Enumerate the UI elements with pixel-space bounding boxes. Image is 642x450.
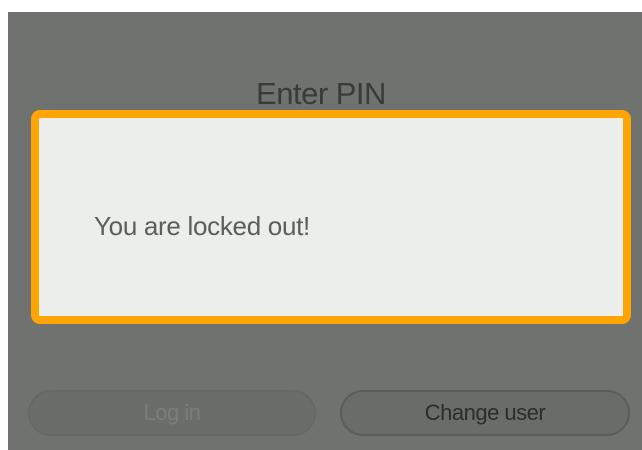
login-button[interactable]: Log in — [28, 390, 316, 436]
locked-out-dialog: You are locked out! — [31, 110, 631, 324]
page-title: Enter PIN — [256, 76, 386, 111]
change-user-button[interactable]: Change user — [340, 390, 630, 436]
dialog-message: You are locked out! — [94, 211, 310, 241]
